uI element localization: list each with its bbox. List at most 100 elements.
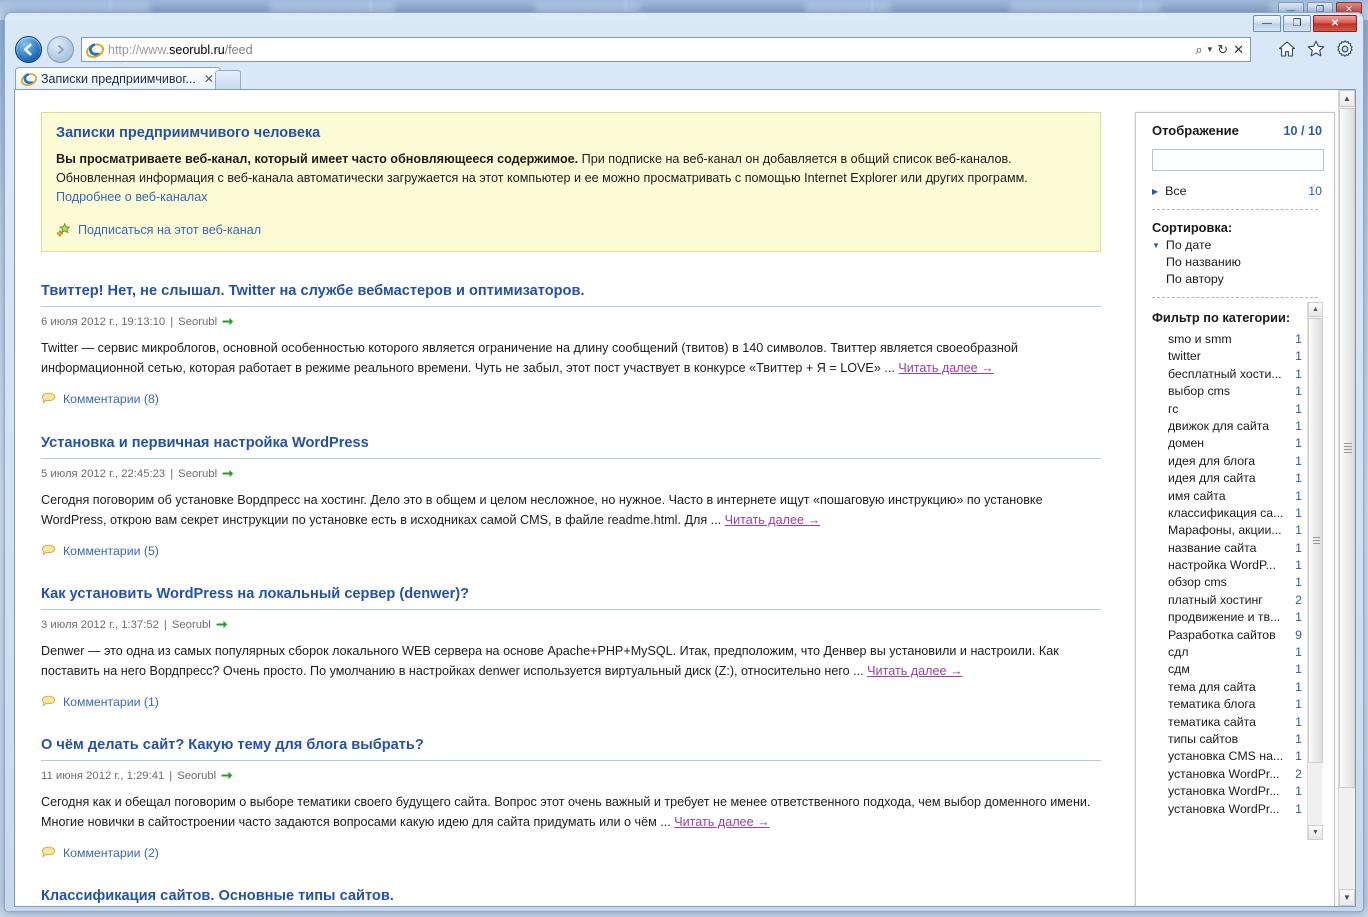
home-icon[interactable] — [1277, 39, 1297, 59]
category-row[interactable]: установка WordPr... 1 — [1152, 802, 1306, 819]
page-scrollbar[interactable]: ▲ ▼ — [1338, 90, 1355, 906]
page-scrollbar-thumb[interactable] — [1339, 108, 1355, 788]
article-title[interactable]: Классификация сайтов. Основные типы сайт… — [41, 888, 1101, 906]
category-row[interactable]: бесплатный хости... 1 — [1152, 367, 1306, 384]
article-comments[interactable]: Комментарии (2) — [41, 846, 1101, 860]
subscribe-row[interactable]: Подписаться на этот веб-канал — [56, 222, 1086, 237]
category-row[interactable]: smo и smm 1 — [1152, 332, 1306, 349]
category-count: 1 — [1295, 801, 1302, 816]
search-icon[interactable]: ⌕ — [1195, 42, 1202, 58]
category-row[interactable]: название сайта 1 — [1152, 541, 1306, 558]
category-label: движок для сайта — [1168, 418, 1270, 433]
category-row[interactable]: идея для сайта 1 — [1152, 471, 1306, 488]
category-row[interactable]: тематика сайта 1 — [1152, 715, 1306, 732]
category-count: 1 — [1295, 488, 1302, 503]
article-read-more-link[interactable]: Читать далее → — [867, 664, 962, 678]
category-label: тематика сайта — [1168, 714, 1256, 729]
category-row[interactable]: twitter 1 — [1152, 349, 1306, 366]
category-row[interactable]: Марафоны, акции... 1 — [1152, 523, 1306, 540]
comment-bubble-icon — [41, 544, 56, 557]
feed-more-link[interactable]: Подробнее о веб-каналах — [56, 190, 208, 204]
article-comments[interactable]: Комментарии (5) — [41, 544, 1101, 558]
category-row[interactable]: тематика блога 1 — [1152, 697, 1306, 714]
category-count: 1 — [1295, 610, 1302, 625]
category-row[interactable]: тема для сайта 1 — [1152, 680, 1306, 697]
chevron-right-icon[interactable]: ▶ — [1152, 187, 1158, 196]
comments-label[interactable]: Комментарии (2) — [63, 846, 159, 860]
filter-all-row[interactable]: ▶ Все 10 — [1152, 184, 1322, 198]
external-link-arrow-icon — [222, 469, 234, 478]
category-row[interactable]: выбор cms 1 — [1152, 384, 1306, 401]
article-date: 5 июля 2012 г., 22:45:23 — [41, 467, 166, 480]
tab-close-icon[interactable]: ✕ — [204, 72, 214, 86]
favorites-star-icon[interactable] — [1306, 39, 1326, 59]
article-read-more-link[interactable]: Читать далее → — [898, 361, 993, 375]
stop-icon[interactable]: ✕ — [1233, 42, 1244, 58]
category-label: домен — [1168, 436, 1205, 451]
category-count: 1 — [1295, 505, 1302, 520]
category-filter-panel: smo и smm 1 twitter 1 бесплатный хости... 1 вы… — [1152, 302, 1323, 840]
article-read-more-link[interactable]: Читать далее → — [674, 815, 769, 829]
category-row[interactable]: продвижение и тв... 1 — [1152, 610, 1306, 627]
category-label: обзор cms — [1168, 575, 1227, 590]
category-row[interactable]: установка WordPr... 2 — [1152, 767, 1306, 784]
article-title[interactable]: Твиттер! Нет, не слышал. Twitter на служ… — [41, 283, 1101, 307]
category-count: 1 — [1295, 366, 1302, 381]
category-scroll-up-button[interactable]: ▲ — [1308, 302, 1323, 317]
category-row[interactable]: установка CMS на... 1 — [1152, 749, 1306, 766]
category-row[interactable]: гс 1 — [1152, 402, 1306, 419]
sort-option-by-title[interactable]: По названию — [1152, 255, 1322, 269]
category-count: 1 — [1295, 784, 1302, 799]
forward-button[interactable] — [47, 36, 74, 63]
scrollbar-grip-icon — [1313, 536, 1320, 545]
comments-label[interactable]: Комментарии (5) — [63, 544, 159, 558]
category-label: имя сайта — [1168, 488, 1226, 503]
article-title[interactable]: О чём делать сайт? Какую тему для блога … — [41, 737, 1101, 761]
sort-option-by-date[interactable]: ▼ По дате — [1152, 238, 1322, 252]
category-row[interactable]: платный хостинг 2 — [1152, 593, 1306, 610]
minimize-button[interactable]: — — [1253, 15, 1281, 32]
category-row[interactable]: обзор cms 1 — [1152, 575, 1306, 592]
article-meta: 6 июля 2012 г., 19:13:10 | Seorubl — [41, 315, 1101, 328]
category-row[interactable]: классификация са... 1 — [1152, 506, 1306, 523]
category-row[interactable]: настройка WordP... 1 — [1152, 558, 1306, 575]
article-read-more-link[interactable]: Читать далее → — [725, 513, 820, 527]
page-scroll-up-button[interactable]: ▲ — [1339, 90, 1355, 107]
tab-feed[interactable]: Записки предприимчивог... ✕ — [15, 67, 221, 89]
maximize-button[interactable]: ❐ — [1283, 15, 1311, 32]
article-comments[interactable]: Комментарии (8) — [41, 392, 1101, 406]
category-scroll-down-button[interactable]: ▼ — [1308, 825, 1323, 840]
category-row[interactable]: установка WordPr... 1 — [1152, 784, 1306, 801]
address-bar[interactable]: http://www.seorubl.ru/feed ⌕ ▾ ↻ ✕ — [81, 37, 1251, 62]
gear-icon[interactable] — [1335, 39, 1355, 59]
category-row[interactable]: типы сайтов 1 — [1152, 732, 1306, 749]
category-row[interactable]: идея для блога 1 — [1152, 454, 1306, 471]
category-row[interactable]: сдм 1 — [1152, 662, 1306, 679]
page-scroll-down-button[interactable]: ▼ — [1339, 889, 1355, 906]
category-row[interactable]: имя сайта 1 — [1152, 489, 1306, 506]
article-item: Классификация сайтов. Основные типы сайт… — [41, 888, 1101, 906]
category-row[interactable]: движок для сайта 1 — [1152, 419, 1306, 436]
category-scrollbar[interactable]: ▲ ▼ — [1307, 302, 1323, 840]
category-row[interactable]: домен 1 — [1152, 436, 1306, 453]
back-button[interactable] — [15, 36, 42, 63]
category-scrollbar-thumb[interactable] — [1308, 318, 1323, 763]
refresh-icon[interactable]: ↻ — [1217, 42, 1228, 58]
chevron-down-icon[interactable]: ▾ — [1208, 44, 1213, 55]
close-button[interactable]: ✕ — [1313, 15, 1357, 32]
category-label: классификация са... — [1168, 505, 1284, 520]
category-label: продвижение и тв... — [1168, 610, 1281, 625]
article-title[interactable]: Установка и первичная настройка WordPres… — [41, 435, 1101, 459]
new-tab-button[interactable] — [215, 70, 241, 89]
comments-label[interactable]: Комментарии (1) — [63, 695, 159, 709]
comments-label[interactable]: Комментарии (8) — [63, 392, 159, 406]
subscribe-label[interactable]: Подписаться на этот веб-канал — [78, 223, 261, 237]
article-title[interactable]: Как установить WordPress на локальный се… — [41, 586, 1101, 610]
article-comments[interactable]: Комментарии (1) — [41, 695, 1101, 709]
sort-option-by-author[interactable]: По автору — [1152, 272, 1322, 286]
category-row[interactable]: Разработка сайтов 9 — [1152, 628, 1306, 645]
category-row[interactable]: сдл 1 — [1152, 645, 1306, 662]
feed-search-input[interactable] — [1152, 149, 1324, 171]
category-label: название сайта — [1168, 540, 1257, 555]
article-body: Сегодня как и обещал поговорим о выборе … — [41, 792, 1101, 833]
